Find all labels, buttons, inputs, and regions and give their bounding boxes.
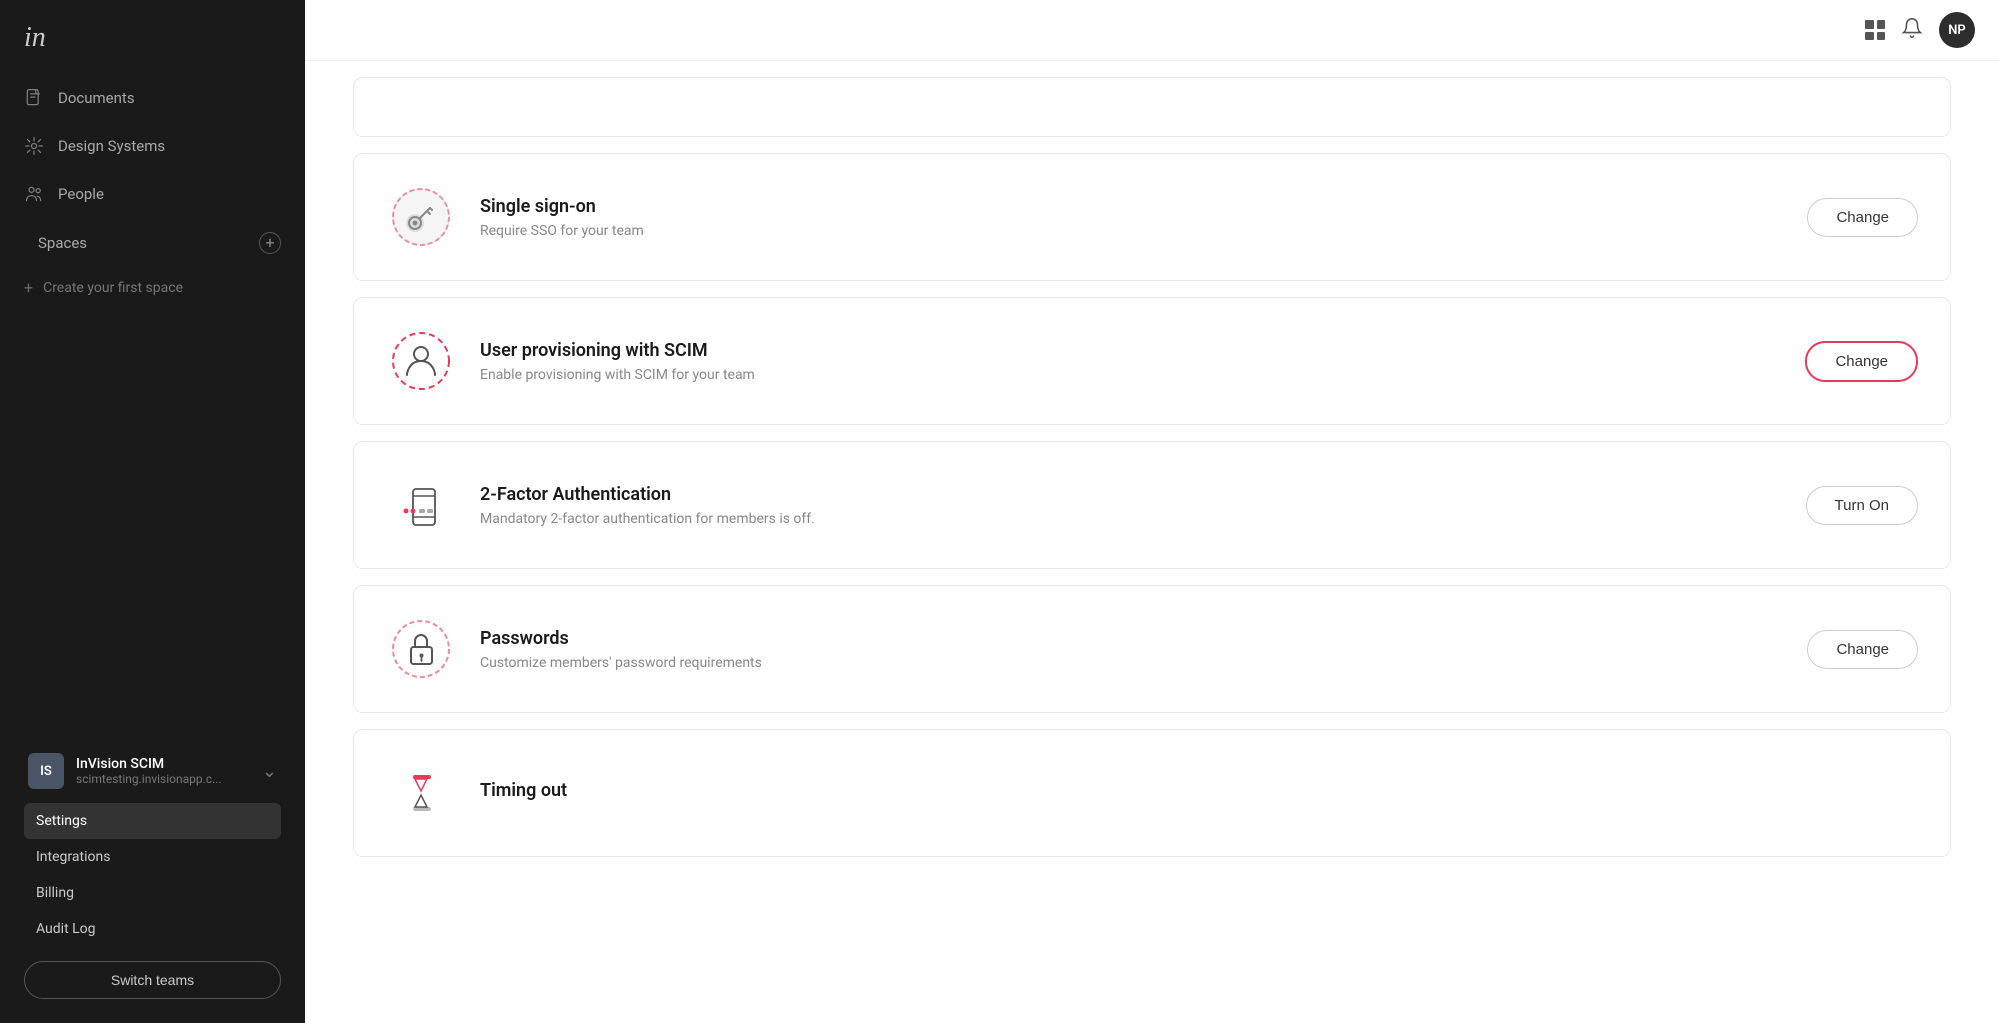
passwords-text: Passwords Customize members' password re… (480, 628, 1783, 671)
scim-change-button[interactable]: Change (1805, 341, 1918, 382)
create-first-space-item[interactable]: + Create your first space (0, 268, 305, 307)
passwords-action: Change (1807, 630, 1918, 669)
sso-description: Require SSO for your team (480, 223, 1783, 239)
create-space-plus-icon: + (24, 278, 33, 297)
passwords-change-button[interactable]: Change (1807, 630, 1918, 669)
timeout-text: Timing out (480, 780, 1918, 807)
people-label: People (58, 185, 104, 203)
2fa-turn-on-button[interactable]: Turn On (1806, 486, 1918, 525)
menu-item-settings[interactable]: Settings (24, 803, 281, 839)
team-avatar: IS (28, 753, 64, 789)
switch-teams-button[interactable]: Switch teams (24, 961, 281, 999)
scim-title: User provisioning with SCIM (480, 340, 1781, 361)
settings-card-scim: User provisioning with SCIM Enable provi… (353, 297, 1951, 425)
team-info: InVision SCIM scimtesting.invisionapp.c.… (76, 756, 250, 786)
sidebar-logo: in (0, 0, 305, 74)
menu-item-audit-log[interactable]: Audit Log (24, 911, 281, 947)
sidebar-item-design-systems[interactable]: Design Systems (0, 122, 305, 170)
2fa-description: Mandatory 2-factor authentication for me… (480, 511, 1782, 527)
design-systems-icon (24, 136, 44, 156)
passwords-icon (386, 614, 456, 684)
sso-text: Single sign-on Require SSO for your team (480, 196, 1783, 239)
team-url: scimtesting.invisionapp.c... (76, 772, 226, 786)
sso-icon (386, 182, 456, 252)
settings-card-top-partial (353, 77, 1951, 137)
spaces-label-group: Spaces (24, 234, 87, 252)
scim-action: Change (1805, 341, 1918, 382)
settings-content: Single sign-on Require SSO for your team… (305, 61, 1999, 1023)
sidebar: in Documents Design Systems (0, 0, 305, 1023)
scim-icon (386, 326, 456, 396)
spaces-header: Spaces + (0, 218, 305, 268)
sso-change-button[interactable]: Change (1807, 198, 1918, 237)
sidebar-navigation: Documents Design Systems People (0, 74, 305, 727)
menu-item-integrations[interactable]: Integrations (24, 839, 281, 875)
add-space-button[interactable]: + (259, 232, 281, 254)
timeout-title: Timing out (480, 780, 1918, 801)
design-systems-label: Design Systems (58, 137, 165, 155)
people-icon (24, 184, 44, 204)
grid-menu-icon[interactable] (1865, 20, 1885, 40)
settings-card-sso: Single sign-on Require SSO for your team… (353, 153, 1951, 281)
settings-card-timeout: Timing out (353, 729, 1951, 857)
passwords-title: Passwords (480, 628, 1783, 649)
spaces-text: Spaces (38, 234, 87, 252)
2fa-icon (386, 470, 456, 540)
timeout-icon (386, 758, 456, 828)
passwords-description: Customize members' password requirements (480, 655, 1783, 671)
team-chevron-icon[interactable]: ⌄ (262, 761, 277, 782)
sso-action: Change (1807, 198, 1918, 237)
create-space-label: Create your first space (43, 280, 183, 296)
main-content: NP Sing (305, 0, 1999, 1023)
settings-card-passwords: Passwords Customize members' password re… (353, 585, 1951, 713)
scim-description: Enable provisioning with SCIM for your t… (480, 367, 1781, 383)
sso-title: Single sign-on (480, 196, 1783, 217)
invision-logo-text: in (24, 22, 46, 54)
sidebar-item-people[interactable]: People (0, 170, 305, 218)
team-name: InVision SCIM (76, 756, 250, 772)
2fa-title: 2-Factor Authentication (480, 484, 1782, 505)
sidebar-bottom: IS InVision SCIM scimtesting.invisionapp… (0, 727, 305, 1023)
documents-label: Documents (58, 89, 135, 107)
menu-item-billing[interactable]: Billing (24, 875, 281, 911)
scim-text: User provisioning with SCIM Enable provi… (480, 340, 1781, 383)
notifications-bell-icon[interactable] (1901, 17, 1923, 44)
2fa-action: Turn On (1806, 486, 1918, 525)
document-icon (24, 88, 44, 108)
settings-card-2fa: 2-Factor Authentication Mandatory 2-fact… (353, 441, 1951, 569)
sidebar-item-documents[interactable]: Documents (0, 74, 305, 122)
team-card: IS InVision SCIM scimtesting.invisionapp… (16, 743, 289, 799)
2fa-text: 2-Factor Authentication Mandatory 2-fact… (480, 484, 1782, 527)
topbar: NP (305, 0, 1999, 61)
settings-menu: Settings Integrations Billing Audit Log (16, 803, 289, 947)
user-avatar[interactable]: NP (1939, 12, 1975, 48)
